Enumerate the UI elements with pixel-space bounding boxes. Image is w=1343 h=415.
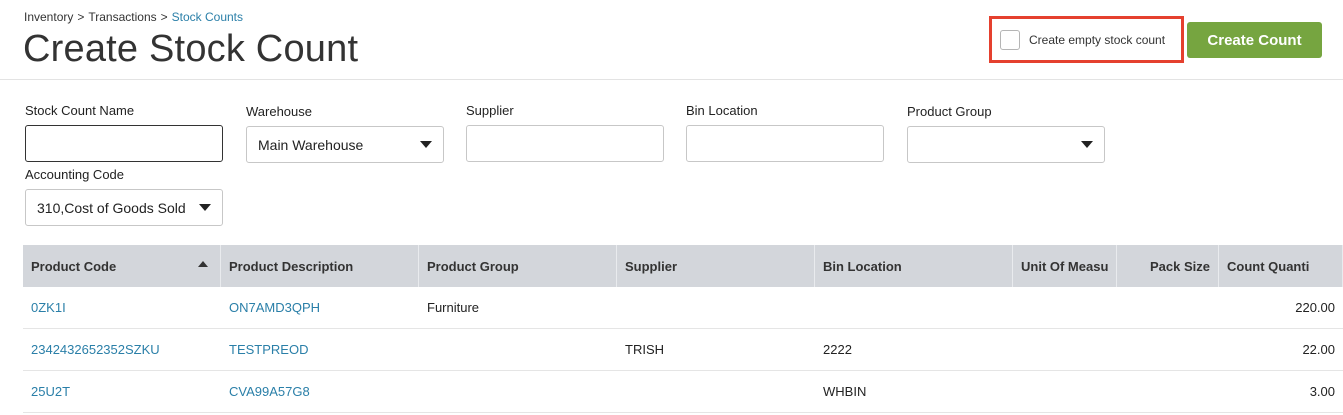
bin-location-label: Bin Location (686, 103, 758, 118)
accounting-code-field: Accounting Code 310,Cost of Goods Sold (25, 167, 223, 226)
unit-of-measure-cell (1013, 371, 1117, 412)
stock-count-name-input[interactable] (25, 125, 223, 162)
accounting-code-label: Accounting Code (25, 167, 125, 182)
supplier-cell (617, 371, 815, 412)
product-code-link[interactable]: 0ZK1I (23, 287, 221, 328)
products-table: Product Code Product Description Product… (23, 245, 1343, 413)
product-code-link[interactable]: 2342432652352SZKU (23, 329, 221, 370)
product-group-select[interactable] (907, 126, 1105, 163)
supplier-cell (617, 287, 815, 328)
unit-of-measure-cell (1013, 329, 1117, 370)
table-row: 0ZK1I ON7AMD3QPH Furniture 220.00 (23, 287, 1343, 329)
bin-location-cell (815, 287, 1013, 328)
product-description-link[interactable]: ON7AMD3QPH (221, 287, 419, 328)
table-row: 2342432652352SZKU TESTPREOD TRISH 2222 2… (23, 329, 1343, 371)
column-header-unit-of-measure[interactable]: Unit Of Measu (1013, 245, 1117, 287)
create-empty-stock-count-checkbox[interactable] (1000, 29, 1020, 50)
create-empty-stock-count-label[interactable]: Create empty stock count (1029, 33, 1165, 47)
accounting-code-select[interactable]: 310,Cost of Goods Sold (25, 189, 223, 226)
table-header: Product Code Product Description Product… (23, 245, 1343, 287)
product-group-cell (419, 329, 617, 370)
breadcrumb-inventory[interactable]: Inventory (24, 10, 73, 24)
create-empty-stock-count-option[interactable]: Create empty stock count (989, 16, 1184, 63)
product-code-link[interactable]: 25U2T (23, 371, 221, 412)
breadcrumb-separator: > (77, 10, 85, 24)
product-group-field: Product Group (907, 104, 1105, 163)
supplier-cell: TRISH (625, 342, 664, 357)
supplier-field: Supplier (466, 103, 664, 162)
column-header-product-group[interactable]: Product Group (419, 245, 617, 287)
page-title: Create Stock Count (23, 28, 359, 70)
breadcrumb-separator: > (160, 10, 168, 24)
unit-of-measure-cell (1013, 287, 1117, 328)
column-header-product-description[interactable]: Product Description (221, 245, 419, 287)
sort-ascending-icon (198, 261, 208, 267)
breadcrumb-stock-counts[interactable]: Stock Counts (172, 10, 243, 24)
column-header-pack-size[interactable]: Pack Size (1117, 245, 1219, 287)
pack-size-cell (1117, 371, 1219, 412)
pack-size-cell (1117, 329, 1219, 370)
create-count-button[interactable]: Create Count (1187, 22, 1322, 58)
breadcrumb-transactions[interactable]: Transactions (88, 10, 156, 24)
product-description-link[interactable]: CVA99A57G8 (221, 371, 419, 412)
product-description-link[interactable]: TESTPREOD (221, 329, 419, 370)
accounting-code-selected-value: 310,Cost of Goods Sold (37, 199, 186, 216)
column-header-supplier[interactable]: Supplier (617, 245, 815, 287)
count-quantity-cell: 22.00 (1302, 342, 1335, 357)
chevron-down-icon (1081, 141, 1093, 148)
column-header-product-code[interactable]: Product Code (23, 245, 221, 287)
bin-location-field: Bin Location (686, 103, 884, 162)
count-quantity-cell: 3.00 (1309, 384, 1335, 399)
stock-count-name-label: Stock Count Name (25, 103, 135, 118)
supplier-input[interactable] (466, 125, 664, 162)
pack-size-cell (1117, 287, 1219, 328)
product-group-cell (419, 371, 617, 412)
chevron-down-icon (199, 204, 211, 211)
bin-location-cell: 2222 (823, 342, 852, 357)
column-header-count-quantity[interactable]: Count Quanti (1219, 245, 1343, 287)
product-group-label: Product Group (907, 104, 992, 119)
supplier-label: Supplier (466, 103, 514, 118)
stock-count-name-field: Stock Count Name (25, 103, 223, 162)
bin-location-input[interactable] (686, 125, 884, 162)
bin-location-cell: WHBIN (823, 384, 867, 399)
warehouse-select[interactable]: Main Warehouse (246, 126, 444, 163)
page-header: Inventory > Transactions > Stock Counts Crea… (0, 0, 1343, 80)
warehouse-selected-value: Main Warehouse (258, 136, 364, 153)
warehouse-label: Warehouse (246, 104, 312, 119)
column-header-bin-location[interactable]: Bin Location (815, 245, 1013, 287)
product-group-cell: Furniture (427, 300, 480, 315)
table-row: 25U2T CVA99A57G8 WHBIN 3.00 (23, 371, 1343, 413)
chevron-down-icon (420, 141, 432, 148)
count-quantity-cell: 220.00 (1295, 300, 1335, 315)
breadcrumb: Inventory > Transactions > Stock Counts (24, 10, 243, 24)
warehouse-field: Warehouse Main Warehouse (246, 104, 444, 163)
